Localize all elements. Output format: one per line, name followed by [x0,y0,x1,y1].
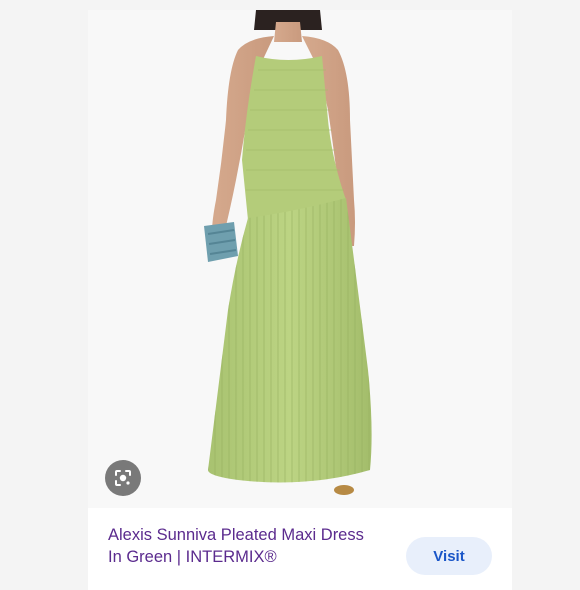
shoe-shape [334,485,354,495]
google-lens-button[interactable] [105,460,141,496]
screenshot-frame: Alexis Sunniva Pleated Maxi Dress In Gre… [0,0,580,590]
neck-shape [274,22,302,42]
visit-button[interactable]: Visit [406,537,492,575]
google-lens-icon [115,470,131,486]
dress-illustration [204,10,372,495]
result-caption: Alexis Sunniva Pleated Maxi Dress In Gre… [88,508,512,590]
product-image[interactable] [88,10,512,508]
search-result-card[interactable]: Alexis Sunniva Pleated Maxi Dress In Gre… [88,10,512,590]
result-title[interactable]: Alexis Sunniva Pleated Maxi Dress In Gre… [108,524,378,568]
